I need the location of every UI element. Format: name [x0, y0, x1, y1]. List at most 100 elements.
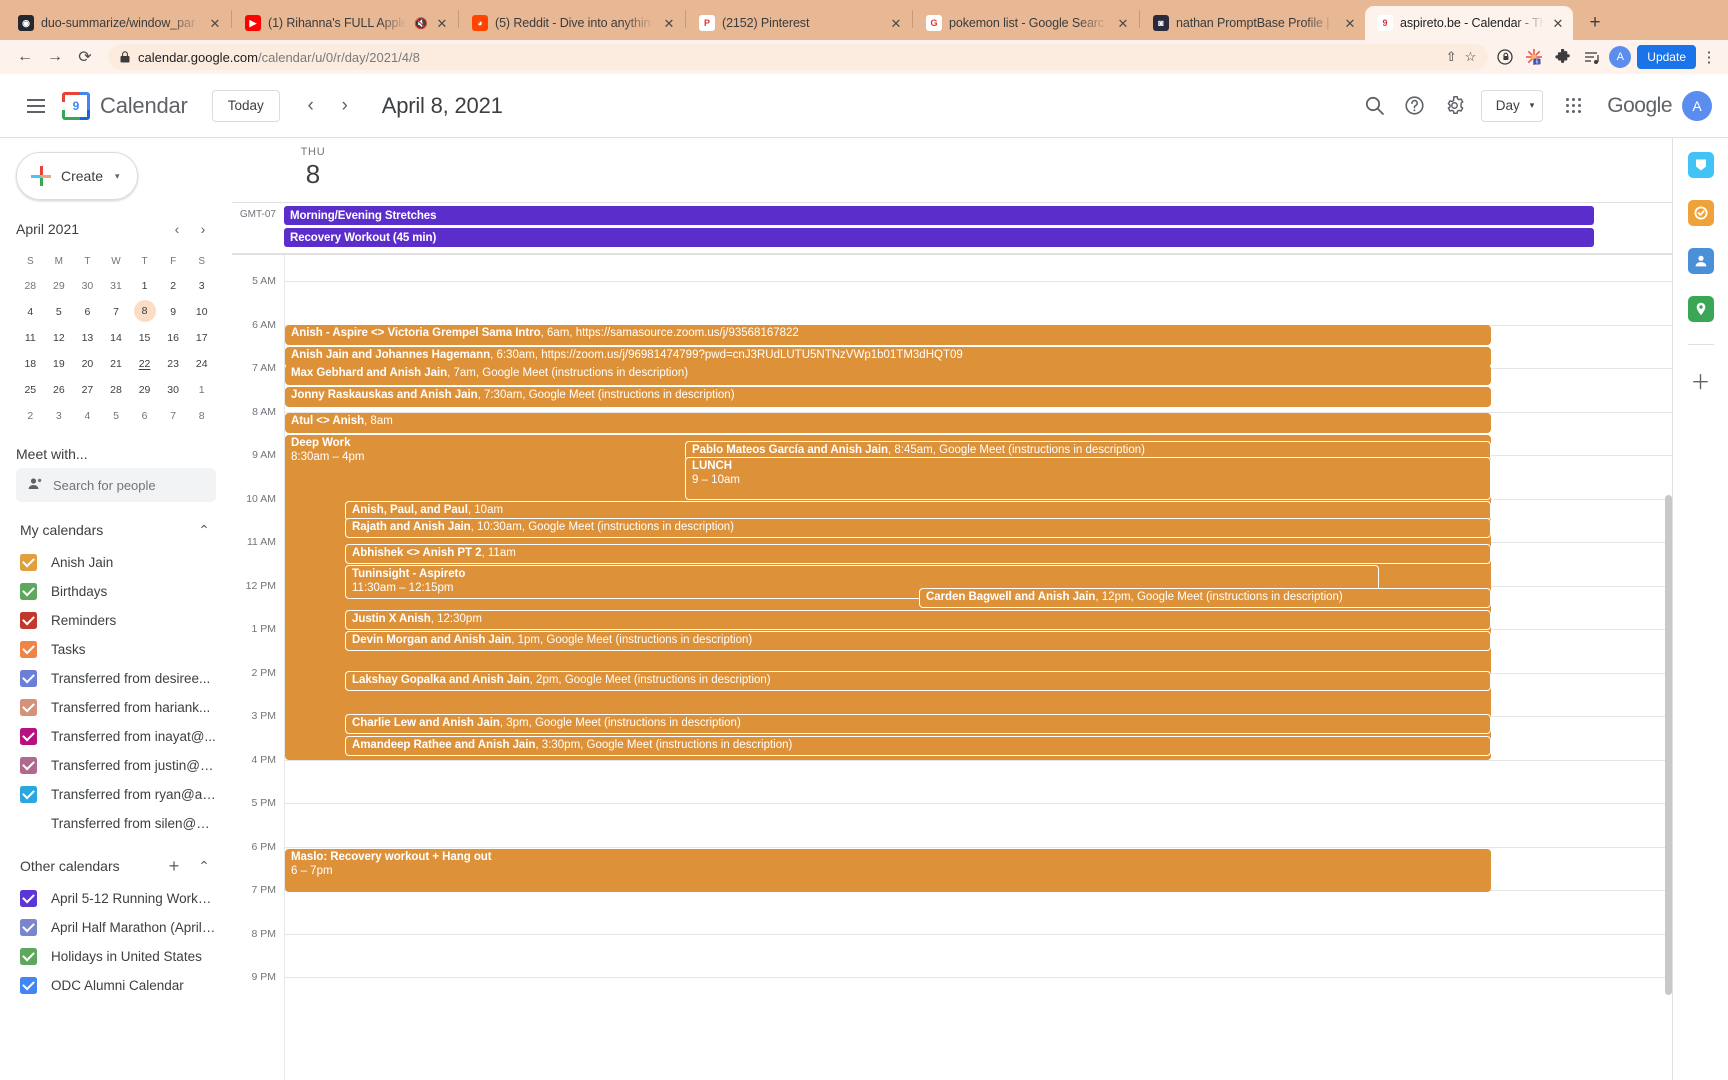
- calendar-event[interactable]: Jonny Raskauskas and Anish Jain, 7:30am,…: [285, 387, 1491, 407]
- account-avatar[interactable]: A: [1682, 90, 1712, 121]
- search-icon[interactable]: [1355, 86, 1395, 126]
- calendar-checkbox[interactable]: [20, 670, 37, 687]
- calendar-checkbox[interactable]: [20, 554, 37, 571]
- reload-button[interactable]: ⟳: [70, 42, 100, 72]
- address-bar[interactable]: calendar.google.com/calendar/u/0/r/day/2…: [108, 44, 1489, 70]
- mini-cal-day[interactable]: 14: [102, 326, 131, 350]
- mini-cal-day[interactable]: 30: [73, 274, 102, 298]
- mini-cal-selected-day[interactable]: 8: [133, 300, 156, 322]
- other-calendar-item[interactable]: ODC Alumni Calendar: [0, 971, 232, 1000]
- mini-cal-day[interactable]: 4: [73, 404, 102, 428]
- mini-cal-day[interactable]: 5: [102, 404, 131, 428]
- all-day-event[interactable]: Morning/Evening Stretches: [284, 206, 1594, 225]
- time-grid[interactable]: Anish - Aspire <> Victoria Grempel Sama …: [284, 255, 1672, 1080]
- mini-cal-day[interactable]: 15: [130, 326, 159, 350]
- my-calendar-item[interactable]: Transferred from hariank...: [0, 693, 232, 722]
- mini-cal-day[interactable]: 6: [73, 300, 102, 324]
- mini-cal-day[interactable]: 16: [159, 326, 188, 350]
- meet-with-search[interactable]: [16, 468, 216, 502]
- chevron-up-icon[interactable]: ⌃: [192, 518, 216, 542]
- my-calendar-item[interactable]: Birthdays: [0, 577, 232, 606]
- calendar-checkbox[interactable]: [20, 728, 37, 745]
- mini-cal-day[interactable]: 17: [187, 326, 216, 350]
- calendar-event[interactable]: Abhishek <> Anish PT 2, 11am: [345, 544, 1491, 564]
- browser-menu-button[interactable]: ⋮: [1700, 48, 1718, 66]
- other-calendar-item[interactable]: April Half Marathon (April ...: [0, 913, 232, 942]
- mini-cal-day[interactable]: 8: [187, 404, 216, 428]
- mini-cal-day[interactable]: 26: [45, 378, 74, 402]
- calendar-checkbox[interactable]: [20, 786, 37, 803]
- mini-cal-day[interactable]: 13: [73, 326, 102, 350]
- star-icon[interactable]: ☆: [1465, 49, 1477, 65]
- browser-tab[interactable]: 9 aspireto.be - Calendar - Thu ✕: [1365, 6, 1573, 40]
- my-calendar-item[interactable]: Tasks: [0, 635, 232, 664]
- my-calendar-item[interactable]: Reminders: [0, 606, 232, 635]
- calendar-checkbox[interactable]: [20, 583, 37, 600]
- mini-cal-day[interactable]: 27: [73, 378, 102, 402]
- all-day-event[interactable]: Recovery Workout (45 min): [284, 228, 1594, 247]
- calendar-checkbox[interactable]: [20, 612, 37, 629]
- apps-grid-icon[interactable]: [1553, 86, 1593, 126]
- forward-button[interactable]: →: [40, 42, 70, 72]
- time-grid-scroll-area[interactable]: 5 AM 6 AM 7 AM 8 AM 9 AM 10 AM 11 AM 12 PM 1 PM 2…: [232, 255, 1672, 1080]
- mini-cal-day[interactable]: 21: [102, 352, 131, 376]
- calendar-event[interactable]: Maslo: Recovery workout + Hang out 6 – 7p…: [285, 849, 1491, 892]
- mini-cal-day[interactable]: 7: [159, 404, 188, 428]
- calendar-event[interactable]: Rajath and Anish Jain, 10:30am, Google M…: [345, 518, 1491, 538]
- tab-close-icon[interactable]: ✕: [1343, 17, 1357, 30]
- keep-icon[interactable]: [1687, 152, 1714, 178]
- my-calendar-item[interactable]: Transferred from inayat@...: [0, 722, 232, 751]
- browser-tab[interactable]: Gpokemon list - Google Searc ✕: [914, 6, 1138, 40]
- my-calendar-item[interactable]: Transferred from ryan@as...: [0, 780, 232, 809]
- next-day-button[interactable]: ›: [328, 89, 362, 123]
- share-icon[interactable]: ⇧: [1446, 49, 1457, 65]
- mini-cal-day[interactable]: 11: [16, 326, 45, 350]
- contacts-icon[interactable]: [1687, 248, 1714, 274]
- mini-cal-day[interactable]: 20: [73, 352, 102, 376]
- maps-icon[interactable]: [1687, 296, 1714, 322]
- mini-cal-day[interactable]: 1: [130, 274, 159, 298]
- calendar-event[interactable]: Justin X Anish, 12:30pm: [345, 610, 1491, 630]
- mini-cal-day[interactable]: 2: [16, 404, 45, 428]
- calendar-checkbox[interactable]: [20, 890, 37, 907]
- mini-cal-day[interactable]: 2: [159, 274, 188, 298]
- mini-cal-day[interactable]: 3: [45, 404, 74, 428]
- tab-close-icon[interactable]: ✕: [208, 17, 222, 30]
- mini-cal-day[interactable]: 19: [45, 352, 74, 376]
- gear-icon[interactable]: [1435, 86, 1475, 126]
- calendar-event[interactable]: Devin Morgan and Anish Jain, 1pm, Google…: [345, 631, 1491, 651]
- calendar-event[interactable]: Anish - Aspire <> Victoria Grempel Sama …: [285, 325, 1491, 345]
- mini-cal-day[interactable]: 24: [187, 352, 216, 376]
- incognito-lock-icon[interactable]: [1496, 48, 1514, 66]
- add-other-calendar-icon[interactable]: +: [162, 854, 186, 878]
- update-button[interactable]: Update: [1637, 45, 1696, 69]
- view-selector[interactable]: Day ▾: [1480, 89, 1544, 122]
- calendar-checkbox[interactable]: [20, 815, 37, 832]
- browser-tab[interactable]: ◕ (5) Reddit - Dive into anythin ✕: [460, 6, 684, 40]
- calendar-event[interactable]: Atul <> Anish, 8am: [285, 413, 1491, 433]
- new-tab-button[interactable]: +: [1581, 9, 1609, 37]
- other-calendar-item[interactable]: Holidays in United States: [0, 942, 232, 971]
- calendar-checkbox[interactable]: [20, 977, 37, 994]
- help-icon[interactable]: [1395, 86, 1435, 126]
- calendar-checkbox[interactable]: [20, 641, 37, 658]
- my-calendar-item[interactable]: Transferred from silen@as...: [0, 809, 232, 838]
- add-addon-icon[interactable]: ＋: [1688, 367, 1714, 394]
- calendar-event[interactable]: Amandeep Rathee and Anish Jain, 3:30pm, …: [345, 736, 1491, 756]
- mini-cal-day[interactable]: 9: [159, 300, 188, 324]
- mini-cal-day[interactable]: 22: [130, 352, 159, 376]
- mini-cal-day[interactable]: 18: [16, 352, 45, 376]
- browser-profile-avatar[interactable]: A: [1609, 46, 1632, 68]
- calendar-event[interactable]: Carden Bagwell and Anish Jain, 12pm, Goo…: [919, 588, 1491, 608]
- tab-close-icon[interactable]: ✕: [662, 17, 676, 30]
- calendar-checkbox[interactable]: [20, 919, 37, 936]
- other-calendar-item[interactable]: April 5-12 Running Workou...: [0, 884, 232, 913]
- calendar-event[interactable]: Max Gebhard and Anish Jain, 7am, Google …: [285, 365, 1491, 385]
- tab-mute-icon[interactable]: 🔇: [414, 17, 428, 30]
- create-button[interactable]: Create ▾: [16, 152, 138, 200]
- my-calendar-item[interactable]: Transferred from desiree...: [0, 664, 232, 693]
- main-menu-icon[interactable]: [16, 86, 56, 126]
- chevron-up-icon[interactable]: ⌃: [192, 854, 216, 878]
- colorful-extension-icon[interactable]: 6: [1525, 48, 1543, 66]
- calendar-event[interactable]: Charlie Lew and Anish Jain, 3pm, Google …: [345, 714, 1491, 734]
